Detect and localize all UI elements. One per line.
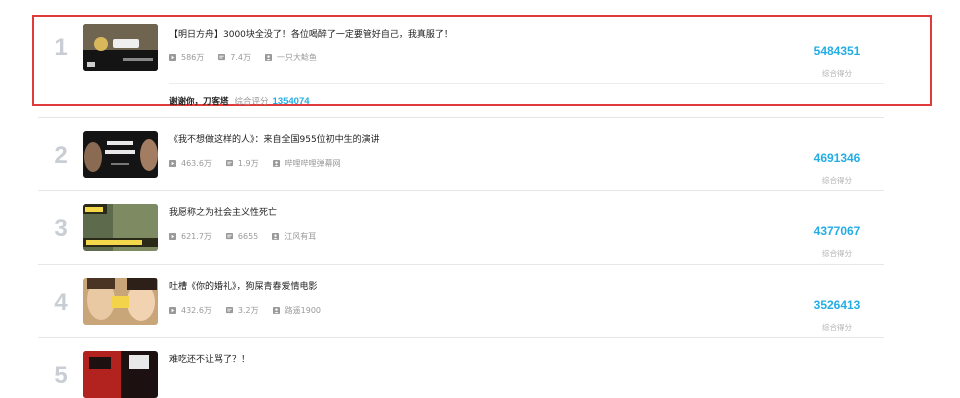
video-stats: 463.6万 1.9万 哔哩哔哩弹幕网: [169, 158, 355, 169]
score-value: 5484351: [813, 44, 861, 58]
uploader-name[interactable]: 江风有耳: [284, 231, 316, 242]
play-count: 621.7万: [181, 232, 212, 241]
ranking-item-5[interactable]: 5 难吃还不让骂了？！: [38, 338, 884, 398]
video-thumbnail[interactable]: [83, 351, 158, 398]
play-icon: [169, 54, 176, 61]
rank-number: 4: [54, 289, 68, 316]
score-value: 4377067: [813, 224, 861, 238]
video-title[interactable]: 我愿称之为社会主义性死亡: [169, 205, 277, 218]
ranking-item-2[interactable]: 2 《我不想做这样的人》：来自全国955位初中生的演讲 463.6万 1.9万 …: [38, 118, 884, 190]
extra-score-label: 综合评分: [234, 97, 269, 107]
uploader-name[interactable]: 路遥1900: [285, 305, 321, 316]
extra-score-value: 1354074: [272, 96, 310, 107]
ranking-item-3[interactable]: 3 我愿称之为社会主义性死亡 621.7万 6655 江风有耳 4377067 …: [38, 191, 884, 263]
play-icon: [169, 233, 176, 240]
uploader-icon: [272, 233, 280, 240]
video-thumbnail[interactable]: [83, 24, 158, 71]
rank-number: 1: [54, 34, 68, 61]
video-title[interactable]: 【明日方舟】3000块全没了！各位喝醉了一定要管好自己，我真服了！: [169, 27, 453, 40]
video-stats: 586万 7.4万 一只大鲶鱼: [169, 52, 331, 63]
danmaku-count: 7.4万: [230, 53, 252, 62]
extra-info: 谢谢你，刀客塔 综合评分 1354074: [169, 95, 310, 107]
uploader-icon: [272, 160, 280, 167]
video-thumbnail[interactable]: [83, 204, 158, 251]
play-count: 586万: [181, 53, 205, 62]
danmaku-icon: [225, 160, 233, 167]
rank-number: 2: [54, 142, 68, 169]
rank-number: 5: [54, 362, 68, 389]
play-icon: [169, 307, 176, 314]
ranking-item-4[interactable]: 4 吐槽《你的婚礼》，狗屎青春爱情电影 432.6万 3.2万 路遥1900 3…: [38, 265, 884, 337]
score-value: 3526413: [813, 298, 861, 312]
video-thumbnail[interactable]: [83, 278, 158, 325]
play-count: 432.6万: [181, 306, 212, 315]
uploader-name[interactable]: 哔哩哔哩弹幕网: [285, 158, 341, 169]
score-label: 综合得分: [822, 69, 852, 78]
uploader-icon: [265, 54, 273, 61]
play-icon: [169, 160, 176, 167]
danmaku-count: 1.9万: [237, 159, 259, 168]
score-label: 综合得分: [822, 176, 852, 185]
score-label: 综合得分: [822, 249, 852, 258]
video-title[interactable]: 《我不想做这样的人》：来自全国955位初中生的演讲: [169, 132, 380, 145]
video-stats: 621.7万 6655 江风有耳: [169, 231, 330, 242]
score-label: 综合得分: [822, 323, 852, 332]
video-title[interactable]: 吐槽《你的婚礼》，狗屎青春爱情电影: [169, 279, 318, 292]
extra-text: 谢谢你，刀客塔: [169, 97, 229, 107]
danmaku-icon: [218, 54, 226, 61]
uploader-name[interactable]: 一只大鲶鱼: [277, 52, 317, 63]
danmaku-icon: [225, 307, 233, 314]
rank-number: 3: [54, 215, 68, 242]
divider: [169, 83, 884, 84]
danmaku-icon: [225, 233, 233, 240]
video-title[interactable]: 难吃还不让骂了？！: [169, 352, 250, 365]
video-stats: 432.6万 3.2万 路遥1900: [169, 305, 335, 316]
video-thumbnail[interactable]: [83, 131, 158, 178]
danmaku-count: 6655: [237, 232, 259, 241]
danmaku-count: 3.2万: [237, 306, 259, 315]
ranking-item-1[interactable]: 1 【明日方舟】3000块全没了！各位喝醉了一定要管好自己，我真服了！ 586万…: [38, 20, 884, 115]
uploader-icon: [272, 307, 280, 314]
score-value: 4691346: [813, 151, 861, 165]
play-count: 463.6万: [181, 159, 212, 168]
